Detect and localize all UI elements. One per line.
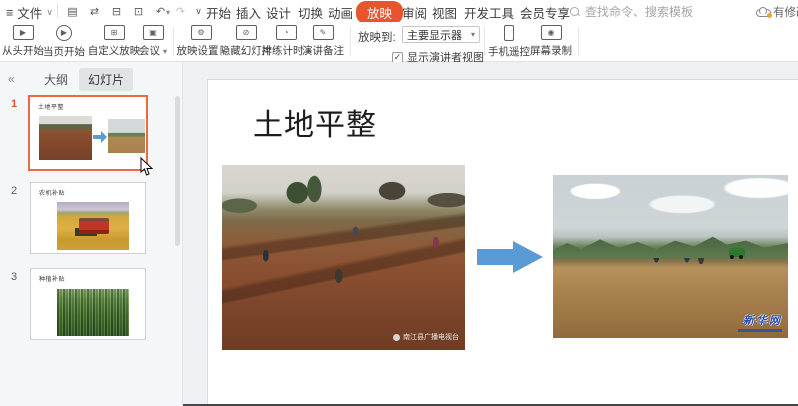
search-icon — [570, 7, 580, 17]
custom-show-button[interactable]: ⊞ 自定义放映 — [87, 25, 141, 58]
harvester-photo — [57, 202, 129, 250]
current-slide[interactable]: 土地平整 南江县广播电视台 新华网 — [208, 80, 798, 406]
tv-station-logo-icon — [393, 334, 400, 341]
search-placeholder: 查找命令、搜索模板 — [585, 3, 693, 20]
meeting-icon: ▣ — [143, 25, 164, 40]
start-from-beginning-button[interactable]: ▶ 从头开始 — [2, 25, 44, 58]
speaker-notes-button[interactable]: ✎ 演讲备注 — [302, 25, 344, 58]
thumbnail-arrow — [93, 135, 101, 139]
collapse-panel-button[interactable]: « — [8, 72, 15, 86]
thumbnail-left-photo — [39, 116, 92, 160]
sync-status[interactable]: 有修改 — [756, 4, 798, 20]
transition-arrow[interactable] — [477, 249, 513, 265]
thumbnail-right-photo — [108, 119, 145, 153]
play-current-slide-icon: ▶ — [56, 25, 72, 41]
ribbon-divider — [350, 27, 351, 56]
tab-review[interactable]: 审阅 — [402, 3, 427, 22]
panel-scrollbar[interactable] — [175, 96, 180, 396]
menu-icon: ≡ — [6, 6, 13, 20]
show-on-label: 放映到: — [358, 29, 396, 45]
sync-status-label: 有修改 — [773, 4, 798, 20]
collapse-toolbar-button[interactable]: ∨ — [190, 3, 207, 19]
tab-slides-active[interactable]: 幻灯片 — [79, 68, 133, 91]
tab-home[interactable]: 开始 — [206, 3, 231, 22]
print-preview-button[interactable]: ⊡ — [130, 3, 147, 19]
land-after-photo[interactable]: 新华网 — [553, 175, 788, 338]
display-monitor-value: 主要显示器 — [407, 27, 462, 43]
xinhua-watermark: 新华网 — [738, 312, 782, 332]
slide-2-number: 2 — [6, 185, 22, 197]
thumbnail-title: 种植补贴 — [39, 274, 65, 283]
chevron-down-icon: ∨ — [46, 7, 53, 18]
slideshow-ribbon: ▶ 从头开始 ▶ 当页开始 ⊞ 自定义放映 ▣ 会议 ▾ ⚙ 放映设置 ▾ ⊘ … — [0, 22, 798, 62]
save-button[interactable]: ▤ — [64, 3, 81, 19]
tab-animations[interactable]: 动画 — [328, 3, 353, 22]
slide-thumbnail-3[interactable]: 种植补贴 — [30, 268, 146, 340]
wps-presentation-window: ≡ 文件 ∨ ▤ ⇄ ⊟ ⊡ ↶ ▾ ↷ ∨ 开始 插入 设计 切换 动画 放映… — [0, 0, 798, 406]
slide-1-number: 1 — [6, 98, 22, 110]
land-before-photo[interactable]: 南江县广播电视台 — [222, 165, 465, 350]
screen-record-button[interactable]: ◉ 屏幕录制 — [530, 25, 572, 58]
photo-watermark: 南江县广播电视台 — [393, 332, 459, 342]
slide-thumbnail-1-selected[interactable]: 土地平整 — [28, 95, 148, 171]
titlebar: ≡ 文件 ∨ ▤ ⇄ ⊟ ⊡ ↶ ▾ ↷ ∨ 开始 插入 设计 切换 动画 放映… — [0, 0, 798, 22]
mouse-cursor — [139, 157, 154, 177]
meeting-button[interactable]: ▣ 会议 ▾ — [136, 25, 170, 58]
hide-slide-icon: ⊘ — [236, 25, 257, 40]
dropdown-arrow-icon: ▾ — [471, 30, 475, 39]
screen-record-icon: ◉ — [541, 25, 562, 40]
show-settings-icon: ⚙ — [191, 25, 212, 40]
crops-photo — [57, 289, 129, 336]
command-search[interactable]: 查找命令、搜索模板 — [570, 3, 693, 20]
tab-insert[interactable]: 插入 — [236, 3, 261, 22]
phone-remote-icon — [504, 25, 514, 41]
ribbon-divider — [484, 27, 485, 56]
slide-thumbnail-2[interactable]: 农机补贴 — [30, 182, 146, 254]
tab-member[interactable]: 会员专享 — [520, 3, 570, 22]
ribbon-divider — [578, 27, 579, 56]
start-from-current-button[interactable]: ▶ 当页开始 — [44, 25, 84, 59]
file-menu[interactable]: ≡ 文件 ∨ — [6, 3, 53, 22]
slides-panel: « 大纲 幻灯片 1 土地平整 2 农机补贴 3 种植补贴 — [0, 62, 183, 406]
tab-slideshow-active[interactable]: 放映 — [356, 1, 403, 24]
xinhua-logo-bar — [738, 329, 782, 332]
dropdown-arrow-icon: ▾ — [163, 47, 167, 56]
play-from-start-icon: ▶ — [13, 25, 34, 40]
display-monitor-select[interactable]: 主要显示器 ▾ — [402, 26, 480, 43]
file-menu-label: 文件 — [17, 3, 42, 22]
transition-arrow-head — [513, 241, 543, 273]
tab-developer[interactable]: 开发工具 — [464, 3, 514, 22]
mountain-ridge — [553, 232, 788, 258]
print-button[interactable]: ⊟ — [108, 3, 125, 19]
titlebar-divider — [57, 4, 58, 18]
thumbnail-title: 土地平整 — [38, 102, 64, 111]
thumbnail-arrow-head — [101, 131, 107, 143]
ribbon-divider — [173, 27, 174, 56]
tab-transitions[interactable]: 切换 — [298, 3, 323, 22]
presenter-view-checkbox[interactable]: ✓ — [392, 52, 403, 63]
rehearse-timings-icon: ◔ — [276, 25, 297, 40]
redo-button[interactable]: ↷ — [172, 3, 189, 19]
tab-view[interactable]: 视图 — [432, 3, 457, 22]
speaker-notes-icon: ✎ — [313, 25, 334, 40]
thumbnail-title: 农机补贴 — [39, 188, 65, 197]
custom-show-icon: ⊞ — [104, 25, 125, 40]
share-button[interactable]: ⇄ — [86, 3, 103, 19]
show-settings-button[interactable]: ⚙ 放映设置 ▾ — [177, 25, 225, 58]
tab-outline[interactable]: 大纲 — [44, 71, 68, 88]
tab-design[interactable]: 设计 — [266, 3, 291, 22]
editing-canvas: 土地平整 南江县广播电视台 新华网 — [183, 62, 798, 406]
tractor — [729, 248, 745, 257]
phone-remote-button[interactable]: 手机遥控 — [488, 25, 530, 59]
slide-title[interactable]: 土地平整 — [253, 100, 377, 144]
cloud-sync-icon — [756, 8, 770, 17]
slide-3-number: 3 — [6, 271, 22, 283]
undo-dropdown-arrow[interactable]: ▾ — [166, 8, 170, 17]
